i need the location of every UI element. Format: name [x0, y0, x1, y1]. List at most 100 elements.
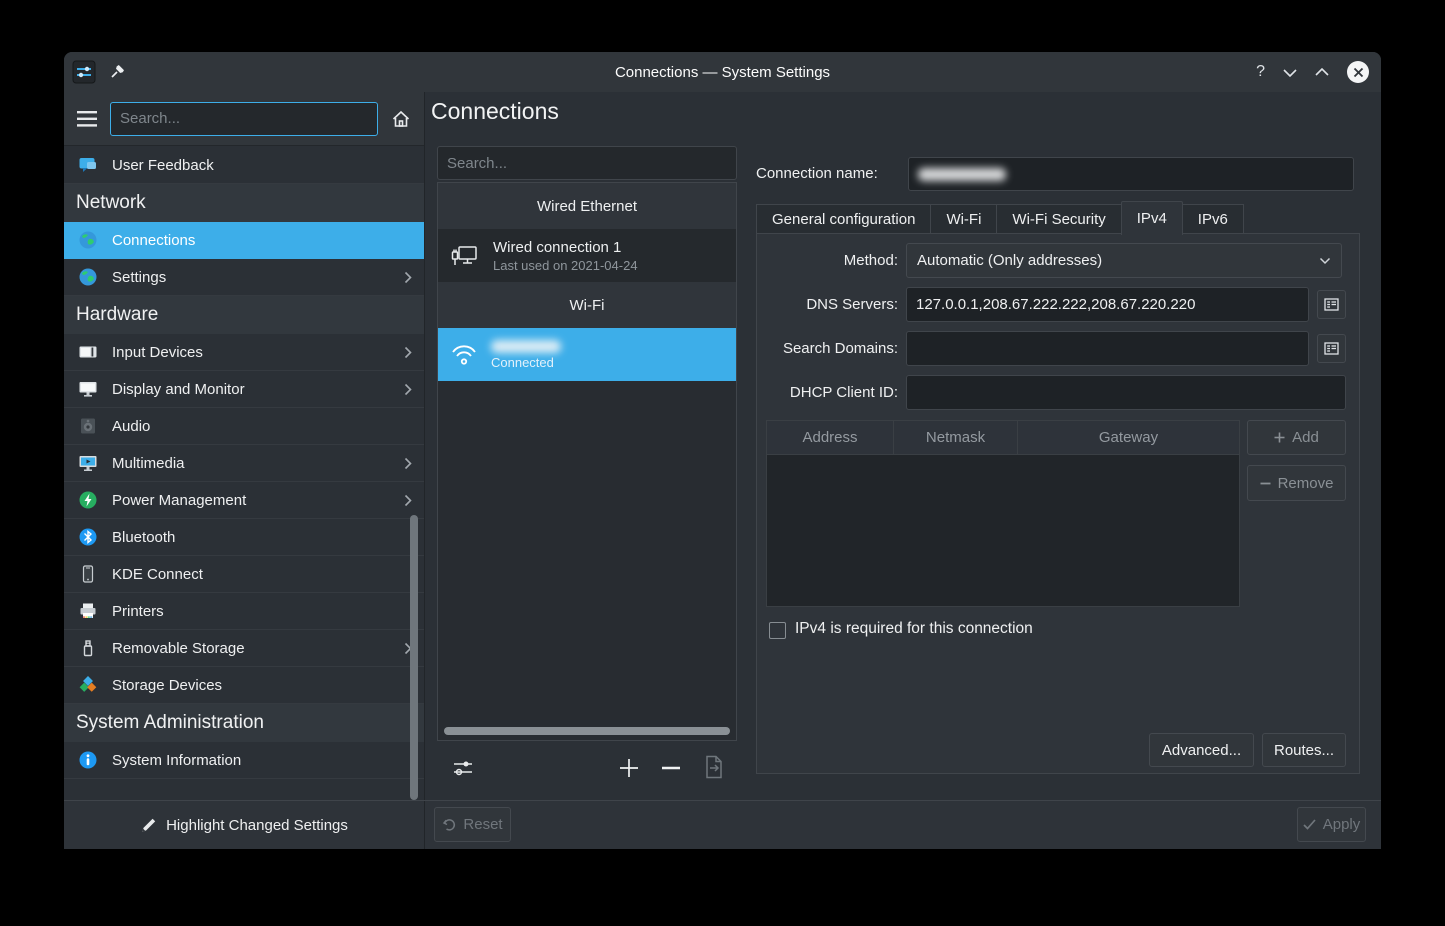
- wired-network-icon: [450, 243, 480, 269]
- pencil-icon: [140, 817, 157, 834]
- sidebar-scrollbar[interactable]: [410, 515, 418, 800]
- search-domains-edit-list-button[interactable]: [1317, 334, 1346, 363]
- sidebar-item-multimedia[interactable]: Multimedia: [64, 445, 424, 482]
- dhcp-client-id-input[interactable]: [906, 375, 1346, 410]
- apply-button[interactable]: Apply: [1297, 807, 1366, 842]
- add-connection-icon[interactable]: [618, 757, 640, 779]
- tab-ipv4[interactable]: IPv4: [1121, 201, 1183, 235]
- check-icon: [1303, 819, 1316, 830]
- sidebar-item-printers[interactable]: Printers: [64, 593, 424, 630]
- app-icon: [72, 60, 96, 84]
- plus-icon: [1274, 432, 1285, 443]
- redacted-name-value: [918, 168, 1006, 181]
- method-combobox[interactable]: Automatic (Only addresses): [906, 243, 1342, 278]
- sidebar-item-display-and-monitor[interactable]: Display and Monitor: [64, 371, 424, 408]
- highlight-changed-settings-label: Highlight Changed Settings: [166, 817, 348, 834]
- hamburger-menu-icon[interactable]: [77, 111, 97, 127]
- tab-general-configuration[interactable]: General configuration: [756, 204, 930, 234]
- sidebar-list: User Feedback Network Connections Settin…: [64, 147, 424, 800]
- globe-icon: [78, 267, 98, 287]
- search-domains-input[interactable]: [906, 331, 1309, 366]
- connections-list: Wired Ethernet Wired connection 1: [437, 182, 737, 741]
- sidebar-section-system-administration: System Administration: [64, 704, 424, 742]
- printer-icon: [78, 601, 98, 621]
- sidebar-item-label: Settings: [112, 269, 166, 286]
- addresses-table: Address Netmask Gateway: [766, 420, 1240, 607]
- desktop: Connections — System Settings ?: [0, 0, 1445, 926]
- window-body: User Feedback Network Connections Settin…: [64, 92, 1381, 849]
- close-button[interactable]: [1347, 61, 1369, 83]
- dns-servers-input[interactable]: [906, 287, 1309, 322]
- sidebar-item-label: Input Devices: [112, 344, 203, 361]
- sidebar-item-label: User Feedback: [112, 157, 214, 174]
- advanced-button[interactable]: Advanced...: [1149, 733, 1254, 767]
- speaker-icon: [78, 416, 98, 436]
- sidebar: User Feedback Network Connections Settin…: [64, 92, 425, 800]
- ipv4-required-checkbox[interactable]: [769, 622, 786, 639]
- connections-search-input[interactable]: [437, 146, 737, 180]
- connection-subtitle: Last used on 2021-04-24: [493, 258, 638, 273]
- column-header-address[interactable]: Address: [767, 421, 894, 454]
- connection-subtitle: Connected: [491, 355, 561, 370]
- chevron-right-icon: [404, 383, 412, 396]
- sidebar-item-label: Storage Devices: [112, 677, 222, 694]
- sidebar-item-user-feedback[interactable]: User Feedback: [64, 147, 424, 184]
- configure-connection-icon[interactable]: [451, 756, 475, 780]
- minimize-button[interactable]: [1283, 68, 1297, 77]
- sidebar-item-label: Audio: [112, 418, 150, 435]
- sidebar-item-audio[interactable]: Audio: [64, 408, 424, 445]
- dhcp-client-id-label: DHCP Client ID:: [757, 375, 898, 410]
- list-horizontal-scrollbar[interactable]: [444, 727, 730, 735]
- sidebar-header: [64, 92, 424, 146]
- reset-button[interactable]: Reset: [434, 807, 511, 842]
- chevron-down-icon: [1319, 257, 1331, 265]
- chevron-right-icon: [404, 271, 412, 284]
- remove-address-button[interactable]: Remove: [1247, 465, 1346, 501]
- sidebar-item-removable-storage[interactable]: Removable Storage: [64, 630, 424, 667]
- connection-name-label: Connection name:: [756, 157, 878, 191]
- sidebar-item-label: Removable Storage: [112, 640, 245, 657]
- tab-ipv6[interactable]: IPv6: [1183, 204, 1244, 234]
- help-button[interactable]: ?: [1256, 63, 1265, 81]
- dns-servers-label: DNS Servers:: [757, 287, 898, 322]
- editor-tabbar: General configuration Wi-Fi Wi-Fi Securi…: [756, 200, 1244, 234]
- list-item-wired-connection-1[interactable]: Wired connection 1 Last used on 2021-04-…: [438, 229, 736, 282]
- maximize-button[interactable]: [1315, 68, 1329, 77]
- reset-label: Reset: [463, 816, 502, 833]
- bluetooth-icon: [78, 527, 98, 547]
- sidebar-item-system-information[interactable]: System Information: [64, 742, 424, 779]
- sidebar-item-label: Printers: [112, 603, 164, 620]
- remove-connection-icon[interactable]: [661, 766, 681, 770]
- connection-name-field[interactable]: [908, 157, 1354, 191]
- add-address-button[interactable]: Add: [1247, 420, 1346, 455]
- sidebar-item-input-devices[interactable]: Input Devices: [64, 334, 424, 371]
- highlight-changed-settings[interactable]: Highlight Changed Settings: [64, 801, 425, 849]
- column-header-gateway[interactable]: Gateway: [1018, 421, 1239, 454]
- bottom-bar: Highlight Changed Settings Reset Apply: [64, 800, 1381, 849]
- dns-servers-edit-list-button[interactable]: [1317, 290, 1346, 319]
- sidebar-item-power-management[interactable]: Power Management: [64, 482, 424, 519]
- column-header-netmask[interactable]: Netmask: [894, 421, 1018, 454]
- add-address-label: Add: [1292, 429, 1319, 446]
- list-item-wifi-connection[interactable]: Connected: [438, 328, 736, 381]
- chevron-right-icon: [404, 457, 412, 470]
- sidebar-item-bluetooth[interactable]: Bluetooth: [64, 519, 424, 556]
- routes-button[interactable]: Routes...: [1262, 733, 1346, 767]
- sidebar-item-label: Multimedia: [112, 455, 185, 472]
- page-title: Connections: [431, 98, 559, 125]
- sidebar-item-storage-devices[interactable]: Storage Devices: [64, 667, 424, 704]
- storage-devices-icon: [78, 675, 98, 695]
- power-icon: [78, 490, 98, 510]
- export-connection-icon[interactable]: [702, 754, 726, 780]
- sidebar-item-settings[interactable]: Settings: [64, 259, 424, 296]
- tab-wifi[interactable]: Wi-Fi: [930, 204, 996, 234]
- tab-wifi-security[interactable]: Wi-Fi Security: [996, 204, 1120, 234]
- sidebar-search-input[interactable]: [110, 102, 378, 136]
- routes-label: Routes...: [1274, 742, 1334, 759]
- home-icon[interactable]: [391, 109, 411, 129]
- sidebar-item-kde-connect[interactable]: KDE Connect: [64, 556, 424, 593]
- method-label: Method:: [757, 243, 898, 278]
- pin-icon[interactable]: [108, 63, 126, 81]
- sidebar-item-connections[interactable]: Connections: [64, 222, 424, 259]
- sidebar-item-label: Display and Monitor: [112, 381, 245, 398]
